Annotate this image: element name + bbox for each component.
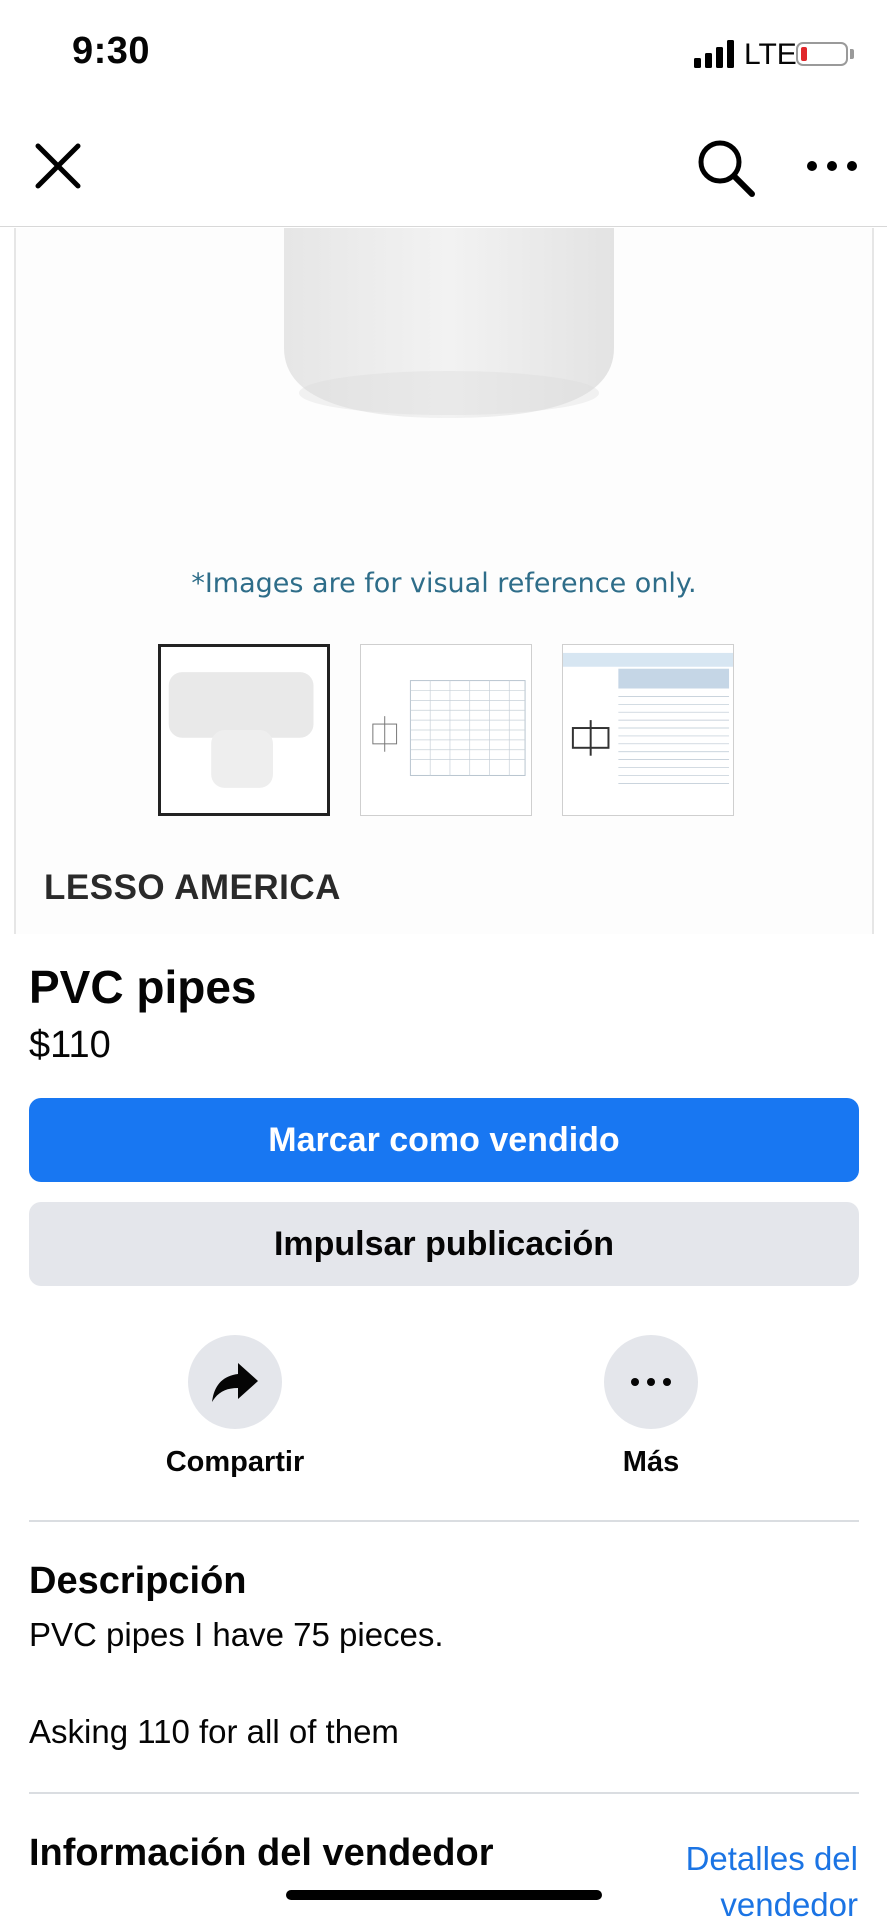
image-disclaimer: *Images are for visual reference only.: [191, 568, 697, 599]
boost-listing-button[interactable]: Impulsar publicación: [29, 1202, 859, 1286]
mark-as-sold-button[interactable]: Marcar como vendido: [29, 1098, 859, 1182]
seller-info-title: Información del vendedor: [29, 1832, 494, 1874]
battery-low-icon: [796, 42, 848, 66]
network-type: LTE: [744, 38, 797, 71]
listing-image[interactable]: *Images are for visual reference only. L…: [14, 228, 874, 934]
description-line-1: PVC pipes I have 75 pieces.: [29, 1616, 444, 1653]
share-label: Compartir: [165, 1446, 305, 1478]
section-divider: [29, 1520, 859, 1522]
more-icon[interactable]: [804, 146, 860, 186]
product-price: $110: [29, 1024, 111, 1066]
share-button[interactable]: [188, 1335, 282, 1429]
signal-icon: [694, 40, 734, 68]
pvc-fitting-image: [284, 228, 614, 418]
more-label: Más: [622, 1446, 680, 1478]
status-time: 9:30: [72, 30, 151, 72]
close-icon[interactable]: [30, 138, 86, 194]
home-indicator[interactable]: [286, 1890, 602, 1900]
thumbnail-dimension-table[interactable]: [562, 644, 734, 816]
seller-details-link[interactable]: Detalles del vendedor: [600, 1836, 858, 1928]
search-icon[interactable]: [694, 136, 758, 200]
brand-label: LESSO AMERICA: [44, 868, 341, 907]
thumbnail-fitting[interactable]: [158, 644, 330, 816]
description-title: Descripción: [29, 1560, 247, 1602]
share-icon: [212, 1363, 258, 1402]
nav-divider: [0, 226, 887, 227]
battery-cap: [850, 49, 854, 59]
product-title: PVC pipes: [29, 961, 257, 1013]
more-actions-button[interactable]: [604, 1335, 698, 1429]
description-line-2: Asking 110 for all of them: [29, 1713, 399, 1750]
more-icon: [631, 1378, 671, 1386]
section-divider: [29, 1792, 859, 1794]
thumbnail-spec-table[interactable]: [360, 644, 532, 816]
